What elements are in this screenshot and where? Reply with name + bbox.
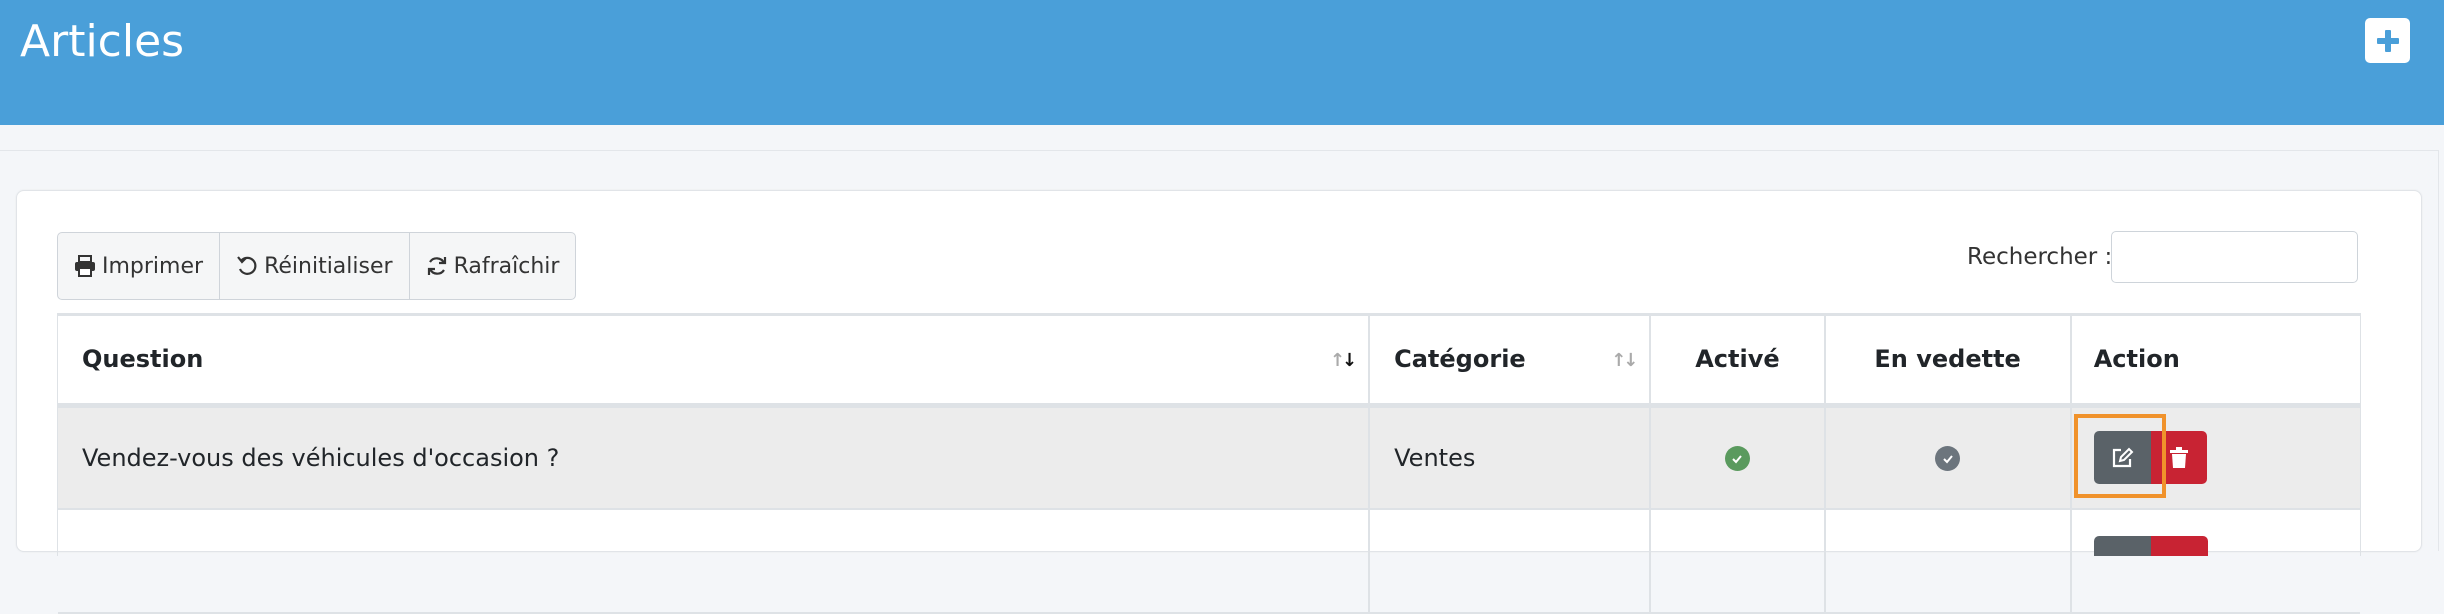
edit-button[interactable] [2094,536,2151,556]
cell-action [2070,405,2360,510]
column-vedette-label: En vedette [1874,345,2021,374]
print-button[interactable]: Imprimer [58,233,221,299]
table-header-row: Question ↑↓ Catégorie ↑↓ Activé En vedet… [58,316,2360,408]
column-question-label: Question [82,345,204,374]
refresh-label: Rafraîchir [453,253,560,279]
export-button-group: Imprimer Réinitialiser Rafraîchir [57,232,577,300]
column-action-label: Action [2093,345,2180,374]
table-row [58,509,2360,614]
page-title: Articles [20,16,185,67]
row-actions-partial [2094,536,2208,556]
cell-empty [2070,509,2360,614]
column-header-vedette: En vedette [1824,316,2072,408]
cell-empty [1824,509,2072,614]
page-header: Articles [0,0,2444,125]
check-circle-icon [1935,446,1961,472]
cell-categorie: Ventes [1369,405,1652,510]
edit-button[interactable] [2093,431,2151,485]
trash-icon [2169,446,2188,468]
column-active-label: Activé [1695,345,1780,374]
column-header-question[interactable]: Question ↑↓ [58,316,1371,408]
column-header-active: Activé [1650,316,1826,408]
column-header-categorie[interactable]: Catégorie ↑↓ [1369,316,1652,408]
delete-button[interactable] [2151,536,2208,556]
column-categorie-label: Catégorie [1394,345,1526,374]
reset-label: Réinitialiser [264,253,393,279]
cell-vedette [1824,405,2072,510]
check-circle-icon [1724,446,1750,472]
plus-icon [2376,29,2399,52]
column-header-action: Action [2070,316,2360,408]
cell-empty [1650,509,1826,614]
print-label: Imprimer [102,253,204,279]
sort-icon: ↑↓ [1611,350,1638,371]
articles-table: Question ↑↓ Catégorie ↑↓ Activé En vedet… [57,313,2361,614]
undo-icon [237,256,257,275]
table-row: Vendez-vous des véhicules d'occasion ? V… [58,405,2360,510]
cell-empty [1369,509,1652,614]
delete-button[interactable] [2150,431,2207,485]
search-input[interactable] [2111,231,2358,283]
edit-icon [2113,447,2134,467]
search-label: Rechercher : [1967,244,2113,270]
sort-desc-icon: ↑↓ [1329,350,1357,371]
refresh-icon [427,257,446,275]
cell-question: Vendez-vous des véhicules d'occasion ? [58,405,1371,510]
add-article-button[interactable] [2365,18,2410,63]
refresh-button[interactable]: Rafraîchir [410,233,576,299]
cell-active [1650,405,1826,510]
reset-button[interactable]: Réinitialiser [220,233,410,299]
row-actions [2093,431,2207,485]
cell-empty [58,509,1371,614]
printer-icon [75,255,95,277]
